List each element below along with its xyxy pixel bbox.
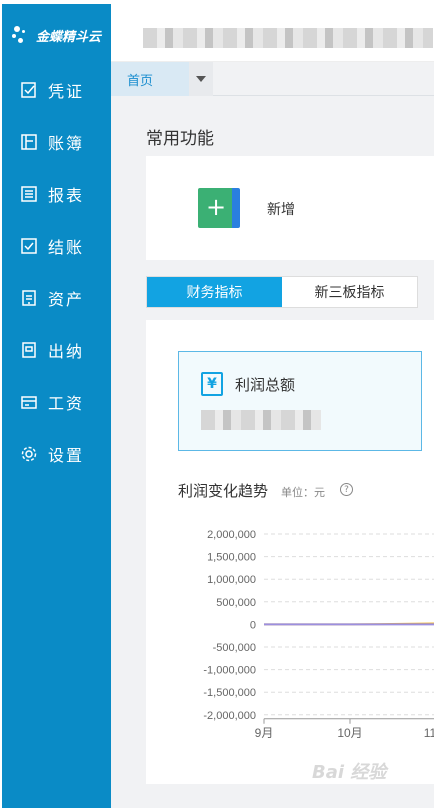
blurred-company-name <box>143 28 433 48</box>
chart-unit: 单位：元 <box>281 486 325 499</box>
yuan-icon: ¥ <box>201 372 223 396</box>
y-tick-label: -500,000 <box>213 642 256 654</box>
y-tick-label: 2,000,000 <box>207 529 256 541</box>
closing-icon <box>21 238 37 254</box>
y-tick-label: 1,000,000 <box>207 574 256 586</box>
sidebar-item-label: 出纳 <box>48 342 85 361</box>
tab-dropdown-button[interactable] <box>189 62 213 96</box>
total-profit-card[interactable]: ¥ 利润总额 <box>178 351 422 451</box>
main-content: 常用功能 + 新增 财务指标 新三板指标 ¥ 利润总额 利润变化趋势 单位：元 … <box>111 96 434 808</box>
common-functions-title: 常用功能 <box>146 129 214 149</box>
sidebar-item-voucher[interactable]: 凭证 <box>2 64 111 116</box>
y-tick-label: -1,500,000 <box>203 687 256 699</box>
sidebar: 金蝶精斗云 凭证 账簿 报表 结账 资产 出纳 工资 设置 <box>2 4 111 808</box>
ledger-icon <box>21 134 37 150</box>
salary-icon <box>21 396 37 409</box>
sidebar-item-closing[interactable]: 结账 <box>2 220 111 272</box>
logo: 金蝶精斗云 <box>12 24 101 46</box>
cashier-icon <box>22 342 36 358</box>
sidebar-item-label: 资产 <box>48 290 85 309</box>
sidebar-item-settings[interactable]: 设置 <box>2 428 111 480</box>
x-tick-label: 9月 <box>255 726 274 740</box>
sidebar-item-label: 报表 <box>48 186 85 205</box>
sidebar-item-asset[interactable]: 资产 <box>2 272 111 324</box>
voucher-icon <box>21 82 36 98</box>
plus-icon: + <box>206 193 227 221</box>
watermark: Bai 经验 <box>312 762 387 783</box>
sidebar-item-salary[interactable]: 工资 <box>2 376 111 428</box>
x-tick-label: 11月 <box>424 726 434 740</box>
tab-home[interactable]: 首页 <box>111 62 189 96</box>
chart-title: 利润变化趋势 <box>178 482 269 500</box>
y-tick-label: 0 <box>250 619 256 631</box>
tab-neeq-indicators[interactable]: 新三板指标 <box>282 277 417 307</box>
tab-bar: 首页 <box>111 62 434 96</box>
sidebar-item-label: 凭证 <box>48 82 85 101</box>
y-tick-label: 1,500,000 <box>207 552 256 564</box>
sidebar-item-label: 工资 <box>48 394 85 413</box>
total-profit-label: 利润总额 <box>235 376 296 394</box>
logo-text: 金蝶精斗云 <box>36 29 102 45</box>
add-button[interactable]: + <box>198 188 240 228</box>
y-tick-label: -1,000,000 <box>203 665 256 677</box>
sidebar-item-label: 设置 <box>48 446 85 465</box>
chevron-down-icon <box>196 76 206 82</box>
help-icon[interactable]: ? <box>340 483 353 496</box>
x-tick-label: 10月 <box>337 726 362 740</box>
gear-icon <box>21 446 37 462</box>
y-tick-label: -2,000,000 <box>203 710 256 722</box>
indicator-panel: ¥ 利润总额 利润变化趋势 单位：元 ? 2,000,000 1,500,000 1… <box>146 320 434 784</box>
sidebar-item-label: 结账 <box>48 238 85 257</box>
report-icon <box>21 186 37 202</box>
sidebar-item-ledger[interactable]: 账簿 <box>2 116 111 168</box>
asset-icon <box>22 290 36 306</box>
logo-icon <box>12 24 32 46</box>
y-tick-label: 500,000 <box>216 597 256 609</box>
add-label[interactable]: 新增 <box>267 199 295 219</box>
indicator-switch: 财务指标 新三板指标 <box>146 276 418 308</box>
tab-financial-indicators[interactable]: 财务指标 <box>147 277 282 307</box>
sidebar-item-report[interactable]: 报表 <box>2 168 111 220</box>
sidebar-item-label: 账簿 <box>48 134 85 153</box>
top-bar <box>111 4 434 62</box>
blurred-profit-value <box>201 410 321 430</box>
profit-trend-chart: 2,000,000 1,500,000 1,000,000 500,000 0 -500,… <box>203 529 434 740</box>
common-functions-card: + 新增 <box>146 156 434 260</box>
sidebar-item-cashier[interactable]: 出纳 <box>2 324 111 376</box>
